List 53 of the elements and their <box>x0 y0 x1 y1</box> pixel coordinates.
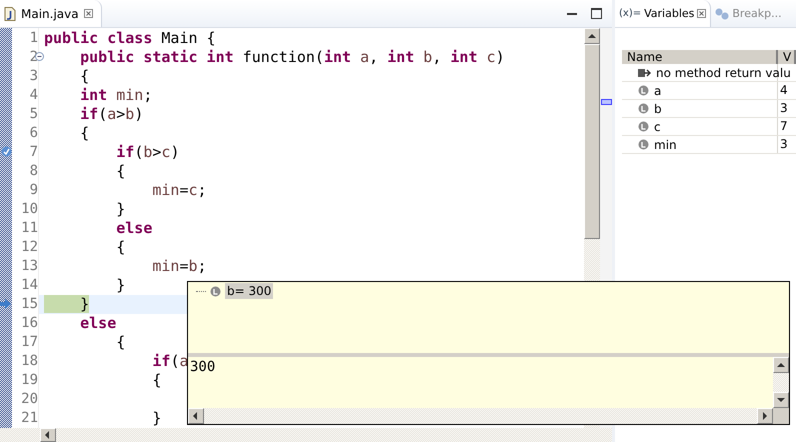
view-tab[interactable]: (x)= Variables <box>615 0 712 27</box>
line-number: 20 <box>21 391 38 407</box>
column-header[interactable]: V <box>778 50 796 64</box>
line-number: 19 <box>21 372 38 388</box>
code-line: } <box>115 276 126 294</box>
line-number: 7 <box>30 144 38 160</box>
line-number: 3 <box>30 68 38 84</box>
line-number: 18 <box>21 353 38 369</box>
code-line: if(a>b) <box>79 105 144 123</box>
code-line: { <box>115 162 126 180</box>
line-number: 12 <box>21 239 38 255</box>
line-number: 6 <box>30 125 38 141</box>
code-line: } <box>115 200 126 218</box>
code-line: { <box>115 238 126 256</box>
variable-value: 3 <box>780 137 788 151</box>
code-line: min=c; <box>151 181 207 199</box>
line-number: 1 <box>30 30 38 46</box>
line-number: 16 <box>21 315 38 331</box>
line-number: 21 <box>21 410 38 426</box>
code-line: else <box>79 314 116 332</box>
variable-value: 3 <box>780 101 788 115</box>
code-line: int min; <box>79 86 152 104</box>
line-number: 5 <box>30 106 38 122</box>
line-number: 9 <box>30 182 38 198</box>
code-line: min=b; <box>151 257 207 275</box>
code-line: { <box>115 333 126 351</box>
variable-name: no method return valu <box>656 66 791 80</box>
variable-name: b <box>654 102 662 116</box>
variable-name: a <box>654 84 662 98</box>
editor-tab[interactable]: Main.java <box>0 0 102 27</box>
variable-value: 7 <box>780 119 788 133</box>
code-line: else <box>115 219 152 237</box>
line-number: 14 <box>21 277 38 293</box>
line-number: 8 <box>30 163 38 179</box>
line-number: 4 <box>30 87 38 103</box>
code-line: public static int function(int a, int b, int c) <box>79 48 505 66</box>
line-number: 15 <box>21 296 38 312</box>
code-line: { <box>151 371 162 389</box>
variable-value: 4 <box>780 83 788 97</box>
line-number: 10 <box>21 201 38 217</box>
code-line: if(b>c) <box>115 143 180 161</box>
variable-name: c <box>654 120 661 134</box>
detail-value: 300 <box>190 359 216 375</box>
variable-name: min <box>654 138 677 152</box>
line-number: 13 <box>21 258 38 274</box>
code-line: public class Main { <box>44 29 216 47</box>
column-header[interactable]: Name <box>622 50 778 64</box>
code-line: { <box>79 67 90 85</box>
code-line: } <box>151 409 162 427</box>
line-number: 17 <box>21 334 38 350</box>
code-line: { <box>79 124 90 142</box>
tree-item[interactable]: b= 300 <box>225 283 274 299</box>
line-number: 11 <box>21 220 38 236</box>
